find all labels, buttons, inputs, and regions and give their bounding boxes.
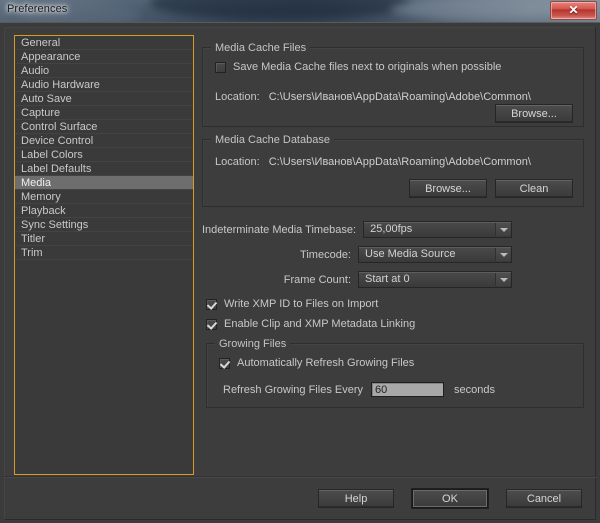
sidebar-item-label: General (21, 37, 61, 49)
save-next-to-originals-row[interactable]: Save Media Cache files next to originals… (215, 61, 501, 73)
save-next-to-originals-label: Save Media Cache files next to originals… (233, 61, 502, 73)
sidebar-item-capture[interactable]: Capture (15, 106, 193, 120)
sidebar-item-auto-save[interactable]: Auto Save (15, 92, 193, 106)
glass-blur-right (390, 0, 570, 20)
sidebar-item-device-control[interactable]: Device Control (15, 134, 193, 148)
footer-separator (4, 476, 596, 478)
growing-files-group: Growing Files Automatically Refresh Grow… (206, 338, 584, 408)
media-cache-database-location-label: Location: (215, 156, 260, 168)
write-xmp-row[interactable]: Write XMP ID to Files on Import (206, 298, 378, 310)
auto-refresh-growing-files-checkbox[interactable] (219, 357, 230, 369)
frame-count-row: Frame Count: Start at 0 (202, 271, 512, 288)
timecode-row: Timecode: Use Media Source (202, 246, 512, 263)
sidebar-item-label: Label Colors (21, 149, 83, 161)
media-cache-database-location-row: Location: C:\Users\Иванов\AppData\Roamin… (215, 156, 531, 168)
timebase-chevron-down-icon[interactable] (495, 223, 510, 236)
refresh-interval-input[interactable] (371, 382, 444, 397)
sidebar-item-label: Label Defaults (21, 163, 92, 175)
dialog-body: General Appearance Audio Audio Hardware Auto… (0, 22, 600, 523)
write-xmp-checkbox[interactable] (206, 298, 217, 310)
media-cache-files-browse-button[interactable]: Browse... (495, 104, 573, 123)
sidebar-item-audio[interactable]: Audio (15, 64, 193, 78)
timecode-value: Use Media Source (365, 248, 456, 260)
enable-clip-xmp-label: Enable Clip and XMP Metadata Linking (224, 318, 416, 330)
timebase-value: 25,00fps (370, 223, 413, 235)
frame-count-value: Start at 0 (365, 273, 410, 285)
settings-pane: Media Cache Files Save Media Cache files… (202, 35, 584, 475)
sidebar-item-label: Playback (21, 205, 66, 217)
window-title: Preferences (7, 3, 68, 15)
timebase-select[interactable]: 25,00fps (363, 221, 512, 238)
sidebar-item-label: Appearance (21, 51, 81, 63)
help-button[interactable]: Help (318, 489, 394, 508)
sidebar-item-label: Audio (21, 65, 50, 77)
sidebar-item-label: Media (21, 177, 51, 189)
media-cache-database-browse-button[interactable]: Browse... (409, 179, 487, 198)
sidebar-item-control-surface[interactable]: Control Surface (15, 120, 193, 134)
media-cache-database-clean-button[interactable]: Clean (495, 179, 573, 198)
category-list[interactable]: General Appearance Audio Audio Hardware Auto… (14, 35, 194, 475)
growing-files-title: Growing Files (215, 338, 291, 350)
auto-refresh-growing-files-row[interactable]: Automatically Refresh Growing Files (219, 357, 414, 369)
sidebar-item-label: Titler (21, 233, 46, 245)
sidebar-item-label: Memory (21, 191, 61, 203)
sidebar-item-label: Audio Hardware (21, 79, 100, 91)
ok-button[interactable]: OK (411, 488, 489, 509)
timecode-label: Timecode: (300, 248, 351, 261)
save-next-to-originals-checkbox[interactable] (215, 61, 226, 73)
refresh-interval-row: Refresh Growing Files Every seconds (223, 382, 495, 397)
sidebar-item-titler[interactable]: Titler (15, 232, 193, 246)
timebase-row: Indeterminate Media Timebase: 25,00fps (202, 221, 512, 238)
preferences-window: Preferences ✕ General Appearance Audio Audi… (0, 0, 600, 523)
sidebar-item-memory[interactable]: Memory (15, 190, 193, 204)
refresh-interval-units-label: seconds (454, 383, 495, 396)
dialog-inner-panel: General Appearance Audio Audio Hardware Auto… (4, 27, 596, 520)
sidebar-item-label: Auto Save (21, 93, 72, 105)
title-bar[interactable]: Preferences ✕ (0, 0, 600, 22)
sidebar-item-label: Control Surface (21, 121, 98, 133)
sidebar-item-label: Capture (21, 107, 61, 119)
sidebar-item-appearance[interactable]: Appearance (15, 50, 193, 64)
sidebar-item-label-colors[interactable]: Label Colors (15, 148, 193, 162)
sidebar-item-audio-hardware[interactable]: Audio Hardware (15, 78, 193, 92)
sidebar-item-general[interactable]: General (15, 36, 193, 50)
glass-blur-left (150, 0, 410, 20)
sidebar-item-label: Device Control (21, 135, 94, 147)
timecode-select[interactable]: Use Media Source (358, 246, 512, 263)
sidebar-item-trim[interactable]: Trim (15, 246, 193, 260)
frame-count-chevron-down-icon[interactable] (495, 273, 510, 286)
sidebar-item-media[interactable]: Media (15, 176, 193, 190)
media-cache-database-location-path: C:\Users\Иванов\AppData\Roaming\Adobe\Co… (268, 156, 531, 168)
timebase-label: Indeterminate Media Timebase: (202, 223, 357, 236)
write-xmp-label: Write XMP ID to Files on Import (224, 298, 379, 310)
media-cache-files-location-label: Location: (215, 91, 260, 103)
refresh-interval-label: Refresh Growing Files Every (223, 383, 363, 396)
sidebar-item-sync-settings[interactable]: Sync Settings (15, 218, 193, 232)
sidebar-item-label: Sync Settings (21, 219, 89, 231)
media-cache-database-title: Media Cache Database (211, 134, 334, 146)
enable-clip-xmp-checkbox[interactable] (206, 318, 217, 330)
frame-count-label: Frame Count: (283, 273, 351, 286)
cancel-button[interactable]: Cancel (506, 489, 582, 508)
media-cache-database-group: Media Cache Database Location: C:\Users\… (202, 134, 584, 207)
media-cache-files-location-path: C:\Users\Иванов\AppData\Roaming\Adobe\Co… (268, 91, 531, 103)
auto-refresh-growing-files-label: Automatically Refresh Growing Files (237, 357, 415, 369)
media-cache-files-group: Media Cache Files Save Media Cache files… (202, 42, 584, 127)
media-cache-files-title: Media Cache Files (211, 42, 311, 54)
media-cache-files-location-row: Location: C:\Users\Иванов\AppData\Roamin… (215, 91, 531, 103)
close-icon: ✕ (568, 3, 579, 17)
sidebar-item-label-defaults[interactable]: Label Defaults (15, 162, 193, 176)
frame-count-select[interactable]: Start at 0 (358, 271, 512, 288)
sidebar-item-playback[interactable]: Playback (15, 204, 193, 218)
media-fields-group: Indeterminate Media Timebase: 25,00fps T… (202, 221, 512, 288)
sidebar-item-label: Trim (21, 247, 43, 259)
close-button[interactable]: ✕ (550, 1, 597, 20)
dialog-footer: Help OK Cancel (318, 488, 582, 509)
timecode-chevron-down-icon[interactable] (495, 248, 510, 261)
enable-clip-xmp-row[interactable]: Enable Clip and XMP Metadata Linking (206, 318, 415, 330)
